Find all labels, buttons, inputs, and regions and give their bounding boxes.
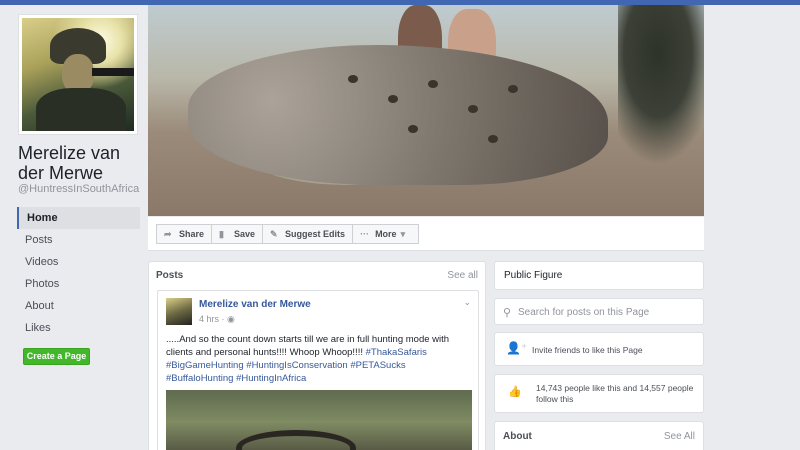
left-nav: Home Posts Videos Photos About Likes bbox=[17, 207, 140, 339]
profile-photo bbox=[22, 18, 134, 131]
spot-shape bbox=[508, 85, 518, 93]
hashtag-link[interactable]: #ThakaSafaris bbox=[366, 347, 427, 358]
body-shape bbox=[36, 88, 126, 131]
page-category[interactable]: Public Figure bbox=[504, 270, 562, 281]
dots-icon: ··· bbox=[360, 229, 370, 239]
pencil-icon: ✎ bbox=[270, 228, 278, 239]
buffalo-horns-shape bbox=[236, 430, 356, 450]
tree-shape bbox=[618, 5, 704, 165]
spot-shape bbox=[348, 75, 358, 83]
page-action-bar: ➦ Share ▮ Save ✎ Suggest Edits ··· More … bbox=[148, 217, 704, 251]
spot-shape bbox=[428, 80, 438, 88]
invite-friends-link[interactable]: Invite friends to like this Page bbox=[532, 345, 643, 355]
search-posts-box[interactable]: ⚲ Search for posts on this Page bbox=[494, 298, 704, 325]
post-time[interactable]: 4 hrs · ◉ bbox=[199, 314, 235, 325]
about-card: About See All bbox=[494, 421, 704, 450]
save-button[interactable]: ▮ Save bbox=[211, 224, 264, 244]
category-card: Public Figure bbox=[494, 261, 704, 290]
about-see-all-link[interactable]: See All bbox=[664, 431, 695, 442]
hashtag-link[interactable]: #BigGameHunting bbox=[166, 360, 244, 371]
spot-shape bbox=[408, 125, 418, 133]
avatar[interactable] bbox=[166, 298, 192, 325]
chevron-down-icon: ▾ bbox=[400, 228, 406, 239]
share-icon: ➦ bbox=[164, 228, 172, 239]
post-card: Merelize van der Merwe 4 hrs · ◉ ⌄ .....… bbox=[157, 290, 479, 450]
share-button[interactable]: ➦ Share bbox=[156, 224, 213, 244]
nav-item-home[interactable]: Home bbox=[17, 207, 140, 229]
bookmark-icon: ▮ bbox=[219, 228, 224, 239]
likes-card: 👍 14,743 people like this and 14,557 peo… bbox=[494, 374, 704, 413]
nav-item-videos[interactable]: Videos bbox=[17, 251, 140, 273]
nav-item-about[interactable]: About bbox=[17, 295, 140, 317]
likes-count-text: 14,743 people like this and 14,557 peopl… bbox=[536, 383, 694, 404]
share-label: Share bbox=[179, 229, 205, 239]
thumbs-up-icon: 👍 bbox=[508, 386, 522, 398]
page-name[interactable]: Merelize van der Merwe bbox=[18, 143, 146, 183]
suggest-edits-button[interactable]: ✎ Suggest Edits bbox=[262, 224, 354, 244]
add-person-icon: 👤⁺ bbox=[506, 341, 528, 355]
nav-item-posts[interactable]: Posts bbox=[17, 229, 140, 251]
page-handle[interactable]: @HuntressInSouthAfrica bbox=[18, 183, 139, 195]
suggest-edits-label: Suggest Edits bbox=[285, 229, 346, 239]
rifle-shape bbox=[92, 68, 134, 76]
hashtag-link[interactable]: #BuffaloHunting bbox=[166, 373, 233, 384]
profile-picture[interactable] bbox=[18, 14, 138, 135]
post-author[interactable]: Merelize van der Merwe bbox=[199, 299, 311, 310]
posts-title: Posts bbox=[156, 269, 184, 281]
spot-shape bbox=[388, 95, 398, 103]
hyena-shape bbox=[188, 45, 608, 185]
hashtag-link[interactable]: #HuntingIsConservation bbox=[246, 360, 347, 371]
hashtag-link[interactable]: #HuntingInAfrica bbox=[236, 373, 306, 384]
nav-item-photos[interactable]: Photos bbox=[17, 273, 140, 295]
more-button[interactable]: ··· More ▾ bbox=[352, 224, 419, 244]
nav-item-likes[interactable]: Likes bbox=[17, 317, 140, 339]
invite-card[interactable]: 👤⁺ Invite friends to like this Page bbox=[494, 332, 704, 366]
post-timestamp: 4 hrs bbox=[199, 314, 220, 324]
spot-shape bbox=[488, 135, 498, 143]
more-label: More bbox=[375, 229, 397, 239]
search-icon: ⚲ bbox=[503, 307, 512, 319]
cover-photo[interactable] bbox=[148, 5, 704, 216]
globe-icon: ◉ bbox=[227, 314, 235, 324]
create-page-button[interactable]: Create a Page bbox=[23, 348, 90, 365]
search-input[interactable]: Search for posts on this Page bbox=[518, 307, 649, 318]
hashtag-link[interactable]: #PETASucks bbox=[350, 360, 405, 371]
posts-panel: Posts See all Merelize van der Merwe 4 h… bbox=[148, 261, 486, 450]
chevron-down-icon[interactable]: ⌄ bbox=[463, 297, 471, 308]
about-title: About bbox=[503, 431, 532, 442]
save-label: Save bbox=[234, 229, 256, 239]
spot-shape bbox=[468, 105, 478, 113]
post-text: .....And so the count down starts till w… bbox=[166, 333, 472, 385]
post-image[interactable] bbox=[166, 390, 472, 450]
posts-see-all-link[interactable]: See all bbox=[447, 270, 478, 281]
